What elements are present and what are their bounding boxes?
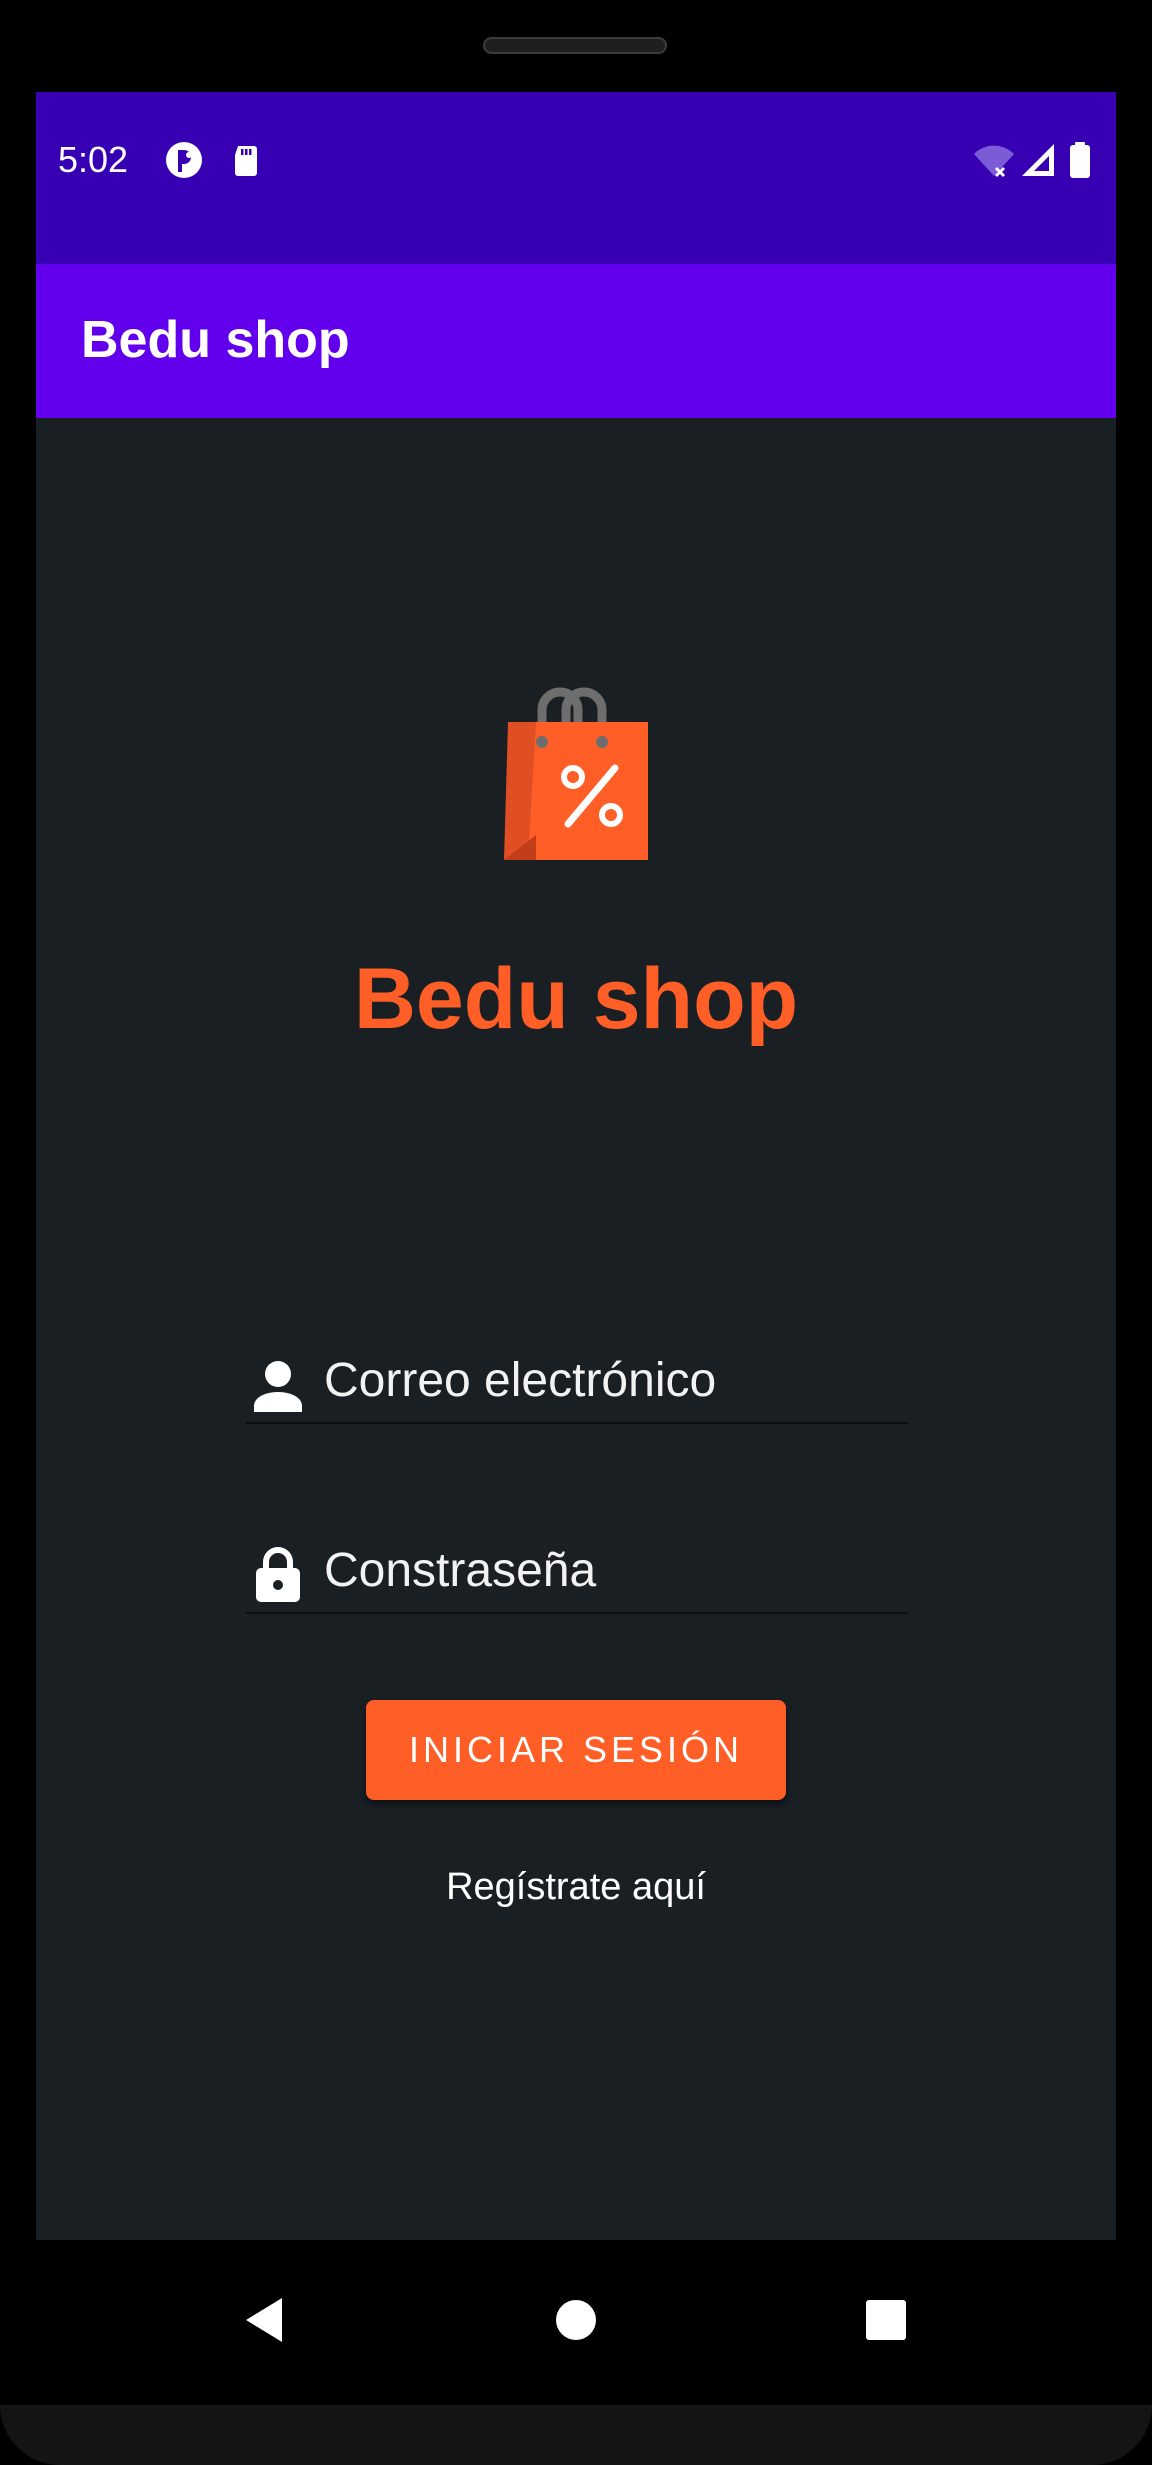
person-icon <box>254 1361 302 1412</box>
cell-signal-icon <box>1022 144 1054 176</box>
lock-icon <box>256 1547 300 1602</box>
email-field[interactable] <box>246 1342 908 1424</box>
device-bottom-bezel <box>0 2405 1152 2465</box>
shopping-bag-discount-icon <box>504 687 648 860</box>
recents-icon[interactable] <box>856 2290 916 2350</box>
battery-icon <box>1070 142 1090 178</box>
notification-icon <box>166 142 202 178</box>
speaker-grille <box>483 37 667 54</box>
app-bar-title: Bedu shop <box>81 311 350 369</box>
password-field[interactable] <box>246 1532 908 1614</box>
app-bar: Bedu shop <box>36 264 1116 418</box>
status-bar: 5:02 <box>36 92 1116 264</box>
email-input[interactable] <box>324 1350 884 1410</box>
password-input[interactable] <box>324 1540 884 1600</box>
login-button[interactable]: INICIAR SESIÓN <box>366 1700 786 1800</box>
sd-card-icon <box>235 146 257 176</box>
device-frame: 5:02 Bedu shop Bedu shop Correo electrón… <box>0 0 1152 2465</box>
phone-screen: 5:02 Bedu shop Bedu shop Correo electrón… <box>36 92 1116 2240</box>
wifi-off-icon <box>974 145 1014 178</box>
navigation-bar <box>36 2240 1116 2405</box>
brand-title: Bedu shop <box>353 951 799 1047</box>
back-icon[interactable] <box>236 2290 296 2350</box>
home-icon[interactable] <box>546 2290 606 2350</box>
status-time: 5:02 <box>58 139 129 180</box>
register-link[interactable]: Regístrate aquí <box>36 1868 1116 1906</box>
